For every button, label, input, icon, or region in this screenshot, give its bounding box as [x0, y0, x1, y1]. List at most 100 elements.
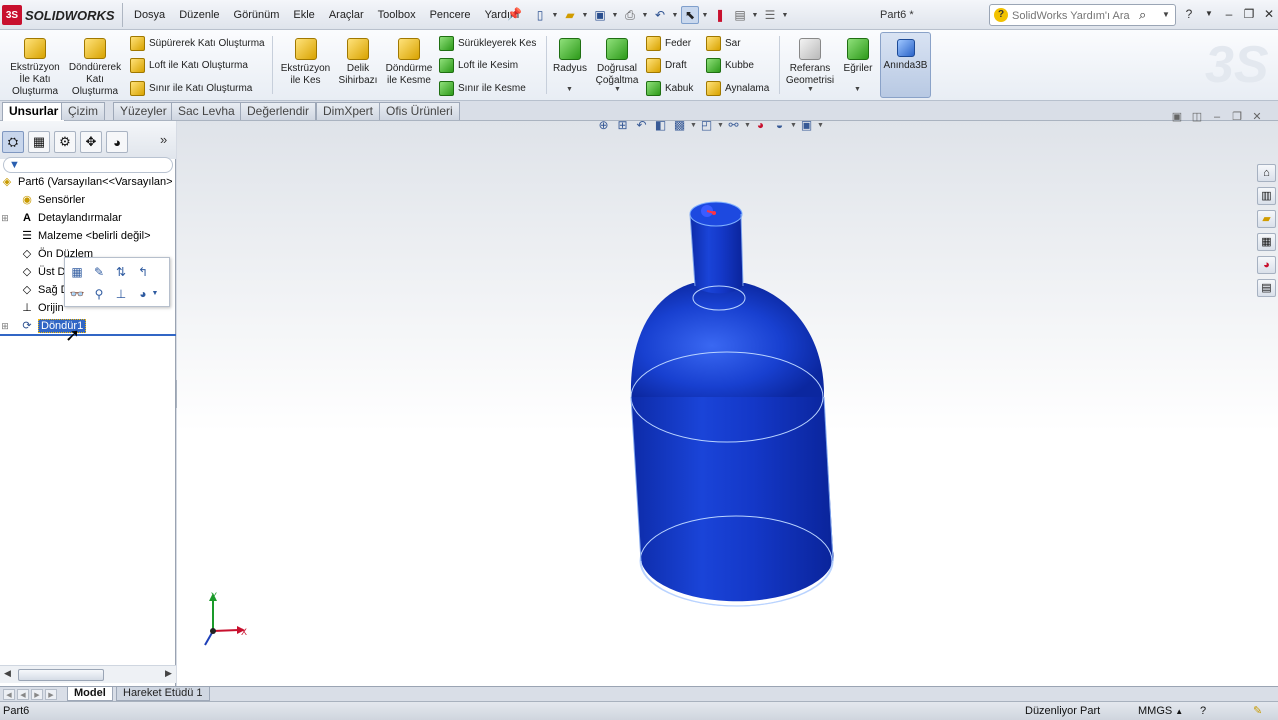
loft-boss-button[interactable]: Loft ile Katı Oluşturma	[130, 55, 248, 75]
configuration-manager-tab-icon[interactable]: ⚙	[54, 131, 76, 153]
last-tab-icon[interactable]: ▶	[45, 689, 57, 700]
chevron-down-icon[interactable]: ▼	[790, 122, 797, 129]
chevron-down-icon[interactable]: ▼	[581, 12, 589, 19]
open-folder-icon[interactable]: ▰	[561, 6, 579, 24]
solidworks-resources-icon[interactable]: ⌂	[1257, 164, 1276, 182]
property-manager-tab-icon[interactable]: ▦	[28, 131, 50, 153]
tab-evaluate[interactable]: Değerlendir	[240, 102, 317, 120]
previous-tab-icon[interactable]: ◀	[17, 689, 29, 700]
tab-office-products[interactable]: Ofis Ürünleri	[379, 102, 460, 120]
units-selector[interactable]: MMGS ▲	[1138, 705, 1183, 717]
tile-alt-icon[interactable]: ◫	[1190, 110, 1204, 124]
chevron-down-icon[interactable]: ▼	[1200, 4, 1218, 24]
chevron-down-icon[interactable]: ▼	[717, 122, 724, 129]
tree-item-sensors[interactable]: ◉ Sensörler	[0, 191, 85, 209]
chevron-down-icon[interactable]: ▼	[566, 86, 573, 93]
scroll-left-icon[interactable]: ◀	[4, 668, 11, 679]
tile-icon[interactable]: ▣	[1170, 110, 1184, 124]
display-manager-tab-icon[interactable]: ◕	[106, 131, 128, 153]
expand-icon[interactable]: ⊞	[0, 213, 10, 224]
chevron-down-icon[interactable]: ▼	[854, 86, 861, 93]
chevron-down-icon[interactable]: ▼	[690, 122, 697, 129]
new-document-icon[interactable]: ▯	[531, 6, 549, 24]
tab-sheet-metal[interactable]: Sac Levha	[171, 102, 242, 120]
chevron-down-icon[interactable]: ▼	[671, 12, 679, 19]
next-tab-icon[interactable]: ▶	[31, 689, 43, 700]
wrap-button[interactable]: Sar	[706, 33, 741, 53]
rollback-bar[interactable]	[0, 334, 176, 336]
menu-edit[interactable]: Düzenle	[172, 0, 226, 30]
chevron-down-icon[interactable]: ▼	[611, 12, 619, 19]
shell-button[interactable]: Kabuk	[646, 78, 693, 98]
menu-view[interactable]: Görünüm	[227, 0, 287, 30]
close-icon[interactable]: ✕	[1250, 110, 1264, 124]
help-menu-icon[interactable]: ?	[1180, 4, 1198, 24]
chevron-down-icon[interactable]: ▼	[641, 12, 649, 19]
close-icon[interactable]: ✕	[1260, 4, 1278, 24]
revolve-cut-button[interactable]: Döndürme ile Kesme	[383, 32, 435, 98]
revolve-boss-button[interactable]: Döndürerek Katı Oluşturma	[66, 32, 124, 98]
tab-model[interactable]: Model	[67, 687, 113, 701]
pin-icon[interactable]: 📌	[507, 7, 522, 21]
chevron-down-icon[interactable]: ▼	[751, 12, 759, 19]
display-style-icon[interactable]: ◰	[698, 117, 715, 134]
boundary-cut-button[interactable]: Sınır ile Kesme	[439, 78, 526, 98]
menu-file[interactable]: Dosya	[127, 0, 172, 30]
scrollbar-thumb[interactable]	[18, 669, 104, 681]
zoom-to-area-icon[interactable]: ⊞	[614, 117, 631, 134]
zoom-to-fit-icon[interactable]: ⊕	[595, 117, 612, 134]
feature-tree-tab-icon[interactable]: ⛭	[2, 131, 24, 153]
quick-tips-button[interactable]: ?	[1200, 705, 1206, 717]
tab-dimxpert[interactable]: DimXpert	[316, 102, 381, 120]
tab-surfaces[interactable]: Yüzeyler	[113, 102, 174, 120]
horizontal-scrollbar[interactable]: ◀ ▶	[0, 665, 176, 683]
scroll-right-icon[interactable]: ▶	[165, 668, 172, 679]
tab-features[interactable]: Unsurlar	[2, 102, 66, 122]
extrude-cut-button[interactable]: Ekstrüzyon ile Kes	[278, 32, 333, 98]
previous-view-icon[interactable]: ↶	[633, 117, 650, 134]
zoom-to-selection-icon[interactable]: ⚲	[90, 285, 108, 303]
chevron-down-icon[interactable]: ▼	[807, 86, 814, 93]
dome-button[interactable]: Kubbe	[706, 55, 754, 75]
section-view-icon[interactable]: ◧	[652, 117, 669, 134]
chevron-down-icon[interactable]: ▼	[551, 12, 559, 19]
menu-window[interactable]: Pencere	[423, 0, 478, 30]
draft-button[interactable]: Draft	[646, 55, 687, 75]
expand-arrows-icon[interactable]: »	[160, 132, 167, 147]
hole-wizard-button[interactable]: Delik Sihirbazı	[336, 32, 380, 98]
search-icon[interactable]: ⌕	[1139, 7, 1155, 23]
tree-item-annotations[interactable]: ⊞ A Detaylandırmalar	[0, 209, 122, 227]
hide-show-icon[interactable]: 👓	[68, 285, 86, 303]
chevron-down-icon[interactable]: ▼	[614, 86, 621, 93]
search-input[interactable]	[1012, 8, 1134, 23]
first-tab-icon[interactable]: ◀	[3, 689, 15, 700]
minimize-icon[interactable]: –	[1210, 110, 1224, 124]
extrude-boss-button[interactable]: Ekstrüzyon İle Katı Oluşturma	[6, 32, 64, 98]
lofted-cut-button[interactable]: Loft ile Kesim	[439, 55, 518, 75]
tab-motion-study[interactable]: Hareket Etüdü 1	[116, 687, 210, 701]
chevron-down-icon[interactable]: ▼	[150, 285, 160, 303]
menu-tools[interactable]: Araçlar	[322, 0, 371, 30]
save-icon[interactable]: ▣	[591, 6, 609, 24]
rebuild-status-icon[interactable]: ✎	[1253, 704, 1267, 718]
bottle-model[interactable]: Y X	[177, 121, 1278, 686]
graphics-area[interactable]: Y X	[177, 121, 1278, 686]
sweep-boss-button[interactable]: Süpürerek Katı Oluşturma	[130, 33, 265, 53]
tree-item-material[interactable]: ☰ Malzeme <belirli değil>	[0, 227, 150, 245]
chevron-down-icon[interactable]: ▼	[701, 12, 709, 19]
expand-icon[interactable]: ⊞	[0, 321, 10, 332]
normal-to-icon[interactable]: ⊥	[112, 285, 130, 303]
menu-insert[interactable]: Ekle	[286, 0, 321, 30]
chevron-down-icon[interactable]: ▼	[781, 12, 789, 19]
dimxpert-manager-tab-icon[interactable]: ✥	[80, 131, 102, 153]
appearances-scenes-icon[interactable]: ◕	[1257, 256, 1276, 274]
custom-properties-icon[interactable]: ▤	[1257, 279, 1276, 297]
rebuild-icon[interactable]: ❚	[711, 6, 729, 24]
rebuild-order-icon[interactable]: ⇅	[112, 263, 130, 281]
tab-sketch[interactable]: Çizim	[61, 102, 105, 120]
chevron-down-icon[interactable]: ▼	[817, 122, 824, 129]
mirror-button[interactable]: Aynalama	[706, 78, 769, 98]
minimize-icon[interactable]: –	[1220, 4, 1238, 24]
view-settings-icon[interactable]: ▣	[798, 117, 815, 134]
swept-cut-button[interactable]: Sürükleyerek Kes	[439, 33, 536, 53]
